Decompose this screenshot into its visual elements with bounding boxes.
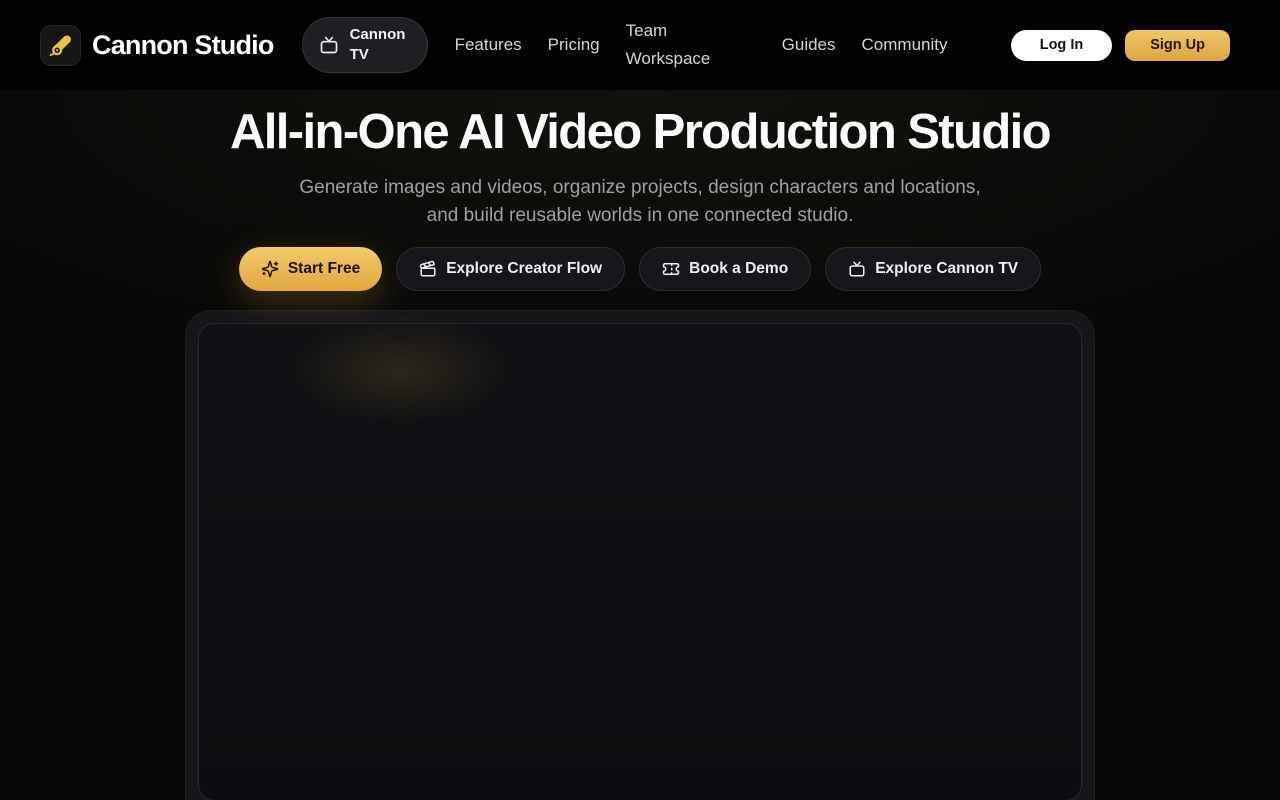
nav-cannon-tv-button[interactable]: Cannon TV (301, 17, 428, 73)
signup-button[interactable]: Sign Up (1125, 29, 1230, 61)
tv-icon (319, 35, 339, 55)
book-a-demo-label: Book a Demo (689, 259, 789, 277)
sparkles-icon (261, 260, 279, 278)
start-free-label: Start Free (287, 259, 361, 277)
nav-link-pricing[interactable]: Pricing (548, 35, 600, 55)
nav-link-team-workspace[interactable]: Team Workspace (626, 17, 722, 73)
nav-links: Features Pricing Team Workspace Guides C… (455, 17, 948, 73)
top-nav: Cannon Studio Cannon TV Features Pricing… (0, 0, 1280, 90)
explore-cannon-tv-button[interactable]: Explore Cannon TV (825, 246, 1042, 291)
hero-section: All-in-One AI Video Production Studio Ge… (0, 90, 1280, 800)
video-preview-placeholder (198, 322, 1082, 800)
cannon-icon (47, 32, 74, 59)
brand-title[interactable]: Cannon Studio (92, 30, 274, 61)
hero-media-frame (185, 309, 1095, 800)
brand-logo[interactable] (40, 24, 81, 66)
nav-link-community[interactable]: Community (862, 35, 948, 55)
book-a-demo-button[interactable]: Book a Demo (639, 246, 812, 291)
hero-subtitle-line2: and build reusable worlds in one connect… (426, 204, 854, 226)
clapperboard-icon (419, 260, 437, 278)
start-free-button[interactable]: Start Free (238, 246, 383, 291)
login-button[interactable]: Log In (1010, 29, 1113, 61)
explore-creator-flow-label: Explore Creator Flow (446, 259, 603, 277)
hero-subtitle-line1: Generate images and videos, organize pro… (299, 176, 981, 198)
page-title: All-in-One AI Video Production Studio (229, 105, 1052, 159)
ticket-icon (662, 260, 680, 278)
explore-cannon-tv-label: Explore Cannon TV (875, 259, 1019, 277)
nav-link-guides[interactable]: Guides (782, 35, 836, 55)
explore-creator-flow-button[interactable]: Explore Creator Flow (396, 246, 626, 291)
nav-cannon-tv-label: Cannon TV (349, 26, 406, 63)
nav-link-features[interactable]: Features (455, 35, 522, 55)
tv-icon (848, 260, 866, 278)
cta-button-row: Start Free Explore Creator Flow Book a D… (0, 246, 1280, 291)
hero-subtitle: Generate images and videos, organize pro… (0, 174, 1280, 230)
